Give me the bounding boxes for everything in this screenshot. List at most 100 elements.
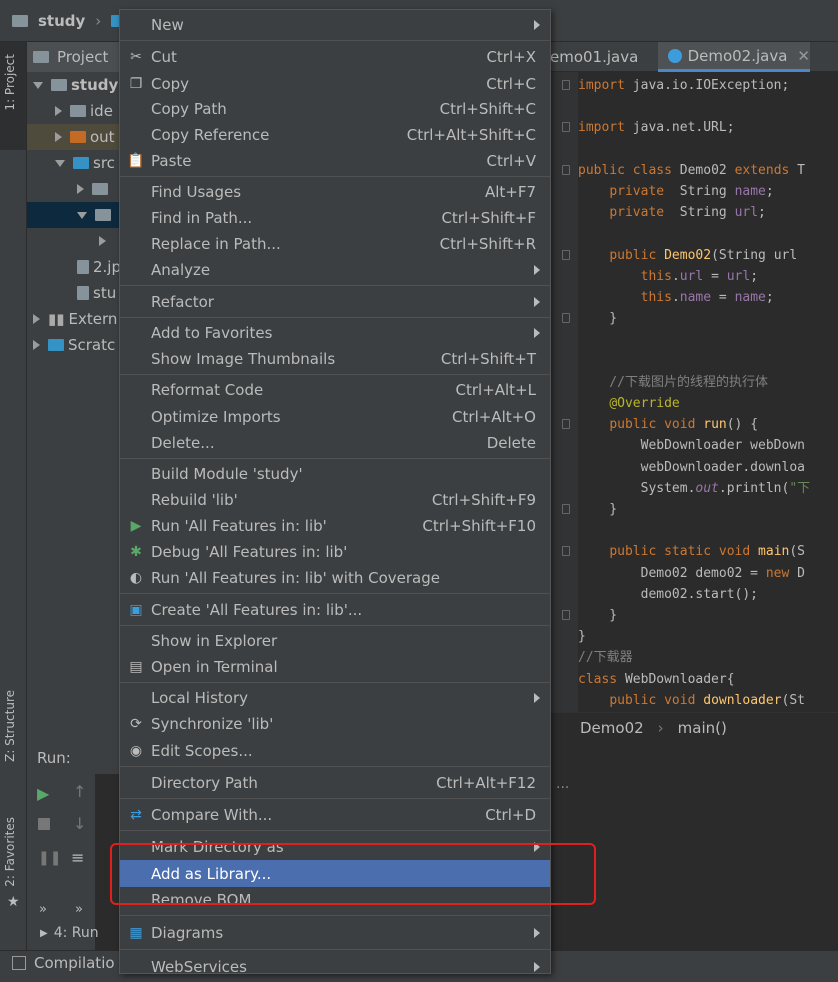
tree-item-subpackage[interactable] (27, 228, 121, 254)
tree-item-out[interactable]: out (27, 124, 121, 150)
tree-item-iml[interactable]: stu (27, 280, 121, 306)
stop-icon[interactable] (38, 818, 50, 830)
code-line: import java.io.IOException; (578, 78, 790, 93)
menu-item-local-history[interactable]: Local History (120, 685, 550, 711)
menu-item-run-all-features-in-lib-with-coverage[interactable]: ◐ Run 'All Features in: lib' with Coverag… (120, 565, 550, 591)
fold-marker-icon[interactable] (562, 249, 570, 260)
menu-item-add-to-favorites[interactable]: Add to Favorites (120, 320, 550, 346)
structure-tool-tab[interactable]: Z: Structure (3, 690, 17, 762)
menu-item-cut[interactable]: ✂ Cut Ctrl+X (120, 43, 550, 71)
menu-item-rebuild-lib[interactable]: Rebuild 'lib' Ctrl+Shift+F9 (120, 487, 550, 513)
menu-item-run-all-features-in-lib[interactable]: ▶ Run 'All Features in: lib' Ctrl+Shift+F1… (120, 513, 550, 539)
code-line: private String name; (609, 184, 774, 199)
compilation-tab[interactable]: Compilatio (12, 954, 115, 972)
rerun-icon[interactable]: ▶ (37, 784, 49, 803)
tree-item-lib-selected[interactable] (27, 202, 121, 228)
menu-separator (120, 40, 550, 41)
menu-item-debug-all-features-in-lib[interactable]: ✱ Debug 'All Features in: lib' (120, 539, 550, 565)
tree-item-scratches[interactable]: Scratc (27, 332, 121, 358)
code-line: public static void main(S (609, 544, 806, 560)
code-area[interactable]: import java.io.IOException; import java.n… (578, 72, 838, 712)
menu-item-find-usages[interactable]: Find Usages Alt+F7 (120, 179, 550, 205)
sync-icon: ⟳ (130, 716, 142, 732)
tree-item-idea[interactable]: ide (27, 98, 121, 124)
fold-marker-icon[interactable] (562, 80, 570, 90)
code-line: import java.net.URL; (578, 120, 735, 136)
menu-item-analyze[interactable]: Analyze (120, 257, 550, 283)
project-view-icon (33, 51, 49, 63)
fold-marker-icon[interactable] (562, 313, 570, 324)
fold-marker-icon[interactable] (562, 504, 570, 514)
menu-item-label: Rebuild 'lib' (151, 491, 238, 509)
menu-separator (120, 593, 550, 594)
menu-item-synchronize-lib[interactable]: ⟳ Synchronize 'lib' (120, 711, 550, 737)
menu-item-refactor[interactable]: Refactor (120, 288, 550, 315)
fold-marker-icon[interactable] (562, 546, 570, 557)
menu-item-webservices[interactable]: WebServices (120, 952, 550, 982)
menu-item-open-in-terminal[interactable]: ▤ Open in Terminal (120, 654, 550, 680)
code-line: public Demo02(String url (609, 247, 798, 263)
tree-item-external-libraries[interactable]: ▮▮ Extern (27, 306, 121, 332)
tree-item-image[interactable]: 2.jp (27, 254, 121, 280)
down-arrow-icon[interactable]: ↓ (73, 814, 86, 833)
menu-item-new[interactable]: New (120, 12, 550, 38)
menu-item-copy-reference[interactable]: Copy Reference Ctrl+Alt+Shift+C (120, 122, 550, 148)
soft-wrap-icon[interactable]: ≡ (71, 848, 84, 867)
menu-item-shortcut: Ctrl+Alt+F12 (436, 773, 536, 792)
menu-item-paste[interactable]: 📋 Paste Ctrl+V (120, 148, 550, 174)
project-tool-tab[interactable]: 1: Project (3, 54, 17, 111)
tree-item-package[interactable] (27, 176, 121, 202)
tree-label: ide (90, 102, 113, 120)
tab-demo01[interactable]: emo01.java (550, 42, 658, 72)
project-panel-header[interactable]: Project (27, 42, 121, 72)
favorites-tool-tab[interactable]: 2: Favorites (3, 817, 17, 887)
menu-item-directory-path[interactable]: Directory Path Ctrl+Alt+F12 (120, 769, 550, 796)
tree-item-study[interactable]: study (27, 72, 121, 98)
tab-demo02[interactable]: Demo02.java ✕ (658, 42, 810, 72)
more-tools-icon[interactable]: » (39, 902, 47, 917)
menu-item-diagrams[interactable]: ▦ Diagrams (120, 918, 550, 947)
menu-item-shortcut: Ctrl+Alt+O (452, 407, 536, 426)
menu-item-build-module-study[interactable]: Build Module 'study' (120, 461, 550, 487)
editor-gutter (550, 72, 578, 712)
tree-item-src[interactable]: src (27, 150, 121, 176)
code-line: public class Demo02 extends T (578, 162, 806, 178)
breadcrumb-method[interactable]: main() (678, 719, 727, 737)
menu-item-label: Analyze (151, 261, 211, 279)
breadcrumb-project[interactable]: study (38, 12, 85, 30)
pause-icon[interactable]: ❚❚ (38, 850, 61, 866)
fold-marker-icon[interactable] (562, 610, 570, 620)
code-line: @Override (609, 396, 680, 411)
menu-item-optimize-imports[interactable]: Optimize Imports Ctrl+Alt+O (120, 403, 550, 430)
menu-item-show-image-thumbnails[interactable]: Show Image Thumbnails Ctrl+Shift+T (120, 346, 550, 372)
menu-item-reformat-code[interactable]: Reformat Code Ctrl+Alt+L (120, 377, 550, 403)
run-toolbar: ▶ ↑ ↓ ❚❚ ≡ » » (27, 774, 95, 950)
menu-item-label: Copy Reference (151, 126, 270, 144)
project-folder-icon (12, 14, 28, 27)
menu-item-delete[interactable]: Delete... Delete (120, 430, 550, 456)
run-tool-tab[interactable]: ▶ 4: Run (40, 925, 99, 941)
menu-item-label: Cut (151, 48, 177, 66)
fold-marker-icon[interactable] (562, 164, 570, 175)
menu-item-label: Build Module 'study' (151, 465, 303, 483)
fold-marker-icon[interactable] (562, 419, 570, 430)
menu-item-show-in-explorer[interactable]: Show in Explorer (120, 628, 550, 654)
menu-item-copy[interactable]: ❐ Copy Ctrl+C (120, 71, 550, 96)
code-line: demo02.start(); (578, 586, 759, 602)
up-arrow-icon[interactable]: ↑ (73, 782, 86, 801)
menu-item-create-all-features-in-lib[interactable]: ▣ Create 'All Features in: lib'... (120, 596, 550, 623)
menu-item-edit-scopes[interactable]: ◉ Edit Scopes... (120, 737, 550, 764)
menu-item-compare-with[interactable]: ⇄ Compare With... Ctrl+D (120, 801, 550, 828)
code-line: private String url; (609, 205, 766, 221)
fold-marker-icon[interactable] (562, 122, 570, 133)
menu-item-shortcut: Ctrl+Shift+F9 (431, 491, 536, 509)
breadcrumb-class[interactable]: Demo02 (580, 719, 644, 737)
menu-item-find-in-path[interactable]: Find in Path... Ctrl+Shift+F (120, 205, 550, 231)
menu-item-shortcut: Alt+F7 (484, 183, 536, 201)
code-line: public void downloader(St (609, 692, 806, 708)
close-icon[interactable]: ✕ (797, 47, 810, 65)
menu-item-copy-path[interactable]: Copy Path Ctrl+Shift+C (120, 96, 550, 122)
menu-item-replace-in-path[interactable]: Replace in Path... Ctrl+Shift+R (120, 231, 550, 257)
scissors-icon: ✂ (130, 49, 142, 65)
more-actions-icon[interactable]: » (75, 902, 83, 917)
